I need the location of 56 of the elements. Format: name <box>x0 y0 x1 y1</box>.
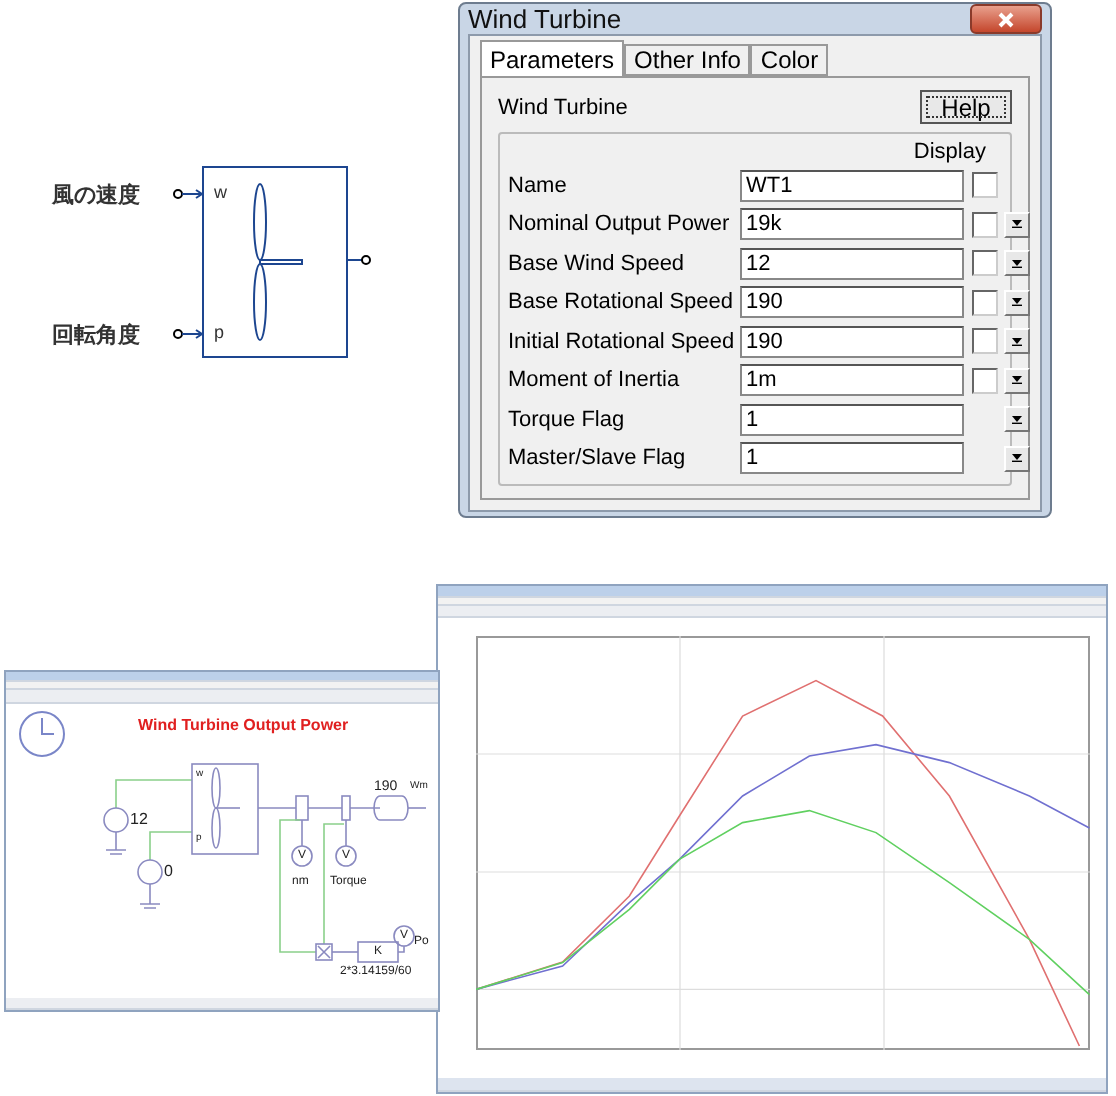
dropdown-button[interactable] <box>1004 367 1030 394</box>
tab[interactable]: Other Info <box>624 44 751 76</box>
dropdown-button[interactable] <box>1004 406 1030 433</box>
dropdown-button[interactable] <box>1004 211 1030 238</box>
pin-label: p <box>214 324 225 342</box>
dropdown-button[interactable] <box>1004 289 1030 316</box>
display-checkbox[interactable] <box>972 250 998 277</box>
input-field[interactable]: 190 <box>740 286 964 319</box>
field-label: Torque Flag <box>508 407 627 432</box>
help-button[interactable]: Help <box>920 90 1012 124</box>
close-icon <box>998 11 1014 27</box>
caret-icon <box>1012 415 1022 424</box>
input-label: 風の速度 <box>52 181 140 210</box>
input-field[interactable]: WT1 <box>740 169 964 202</box>
source-value: 12 <box>130 812 148 828</box>
caret-icon <box>1012 220 1022 229</box>
tab[interactable]: Parameters <box>480 40 625 76</box>
tab[interactable]: Color <box>750 44 829 76</box>
port-icon <box>346 254 372 266</box>
port-icon <box>172 326 204 342</box>
display-checkbox[interactable] <box>972 328 998 355</box>
source-value: 0 <box>164 864 173 880</box>
input-field[interactable]: 1 <box>740 442 964 475</box>
pin-label: w <box>214 184 227 202</box>
caret-icon <box>1012 376 1022 385</box>
input-field[interactable]: 190 <box>740 325 964 358</box>
field-label: Name <box>508 173 569 198</box>
caret-icon <box>1012 454 1022 463</box>
display-checkbox[interactable] <box>972 367 998 394</box>
display-checkbox[interactable] <box>972 172 998 199</box>
schematic-title: Wind Turbine Output Power <box>138 718 349 734</box>
field-label: Nominal Output Power <box>508 212 732 237</box>
caret-icon <box>1012 337 1022 346</box>
port-icon <box>172 186 204 202</box>
display-checkbox[interactable] <box>972 211 998 238</box>
input-label: 回転角度 <box>52 321 140 350</box>
input-field[interactable]: 19k <box>740 208 964 241</box>
column-header: Display <box>913 140 986 164</box>
dropdown-button[interactable] <box>1004 250 1030 277</box>
close-button[interactable] <box>970 4 1042 34</box>
field-label: Master/Slave Flag <box>508 446 688 471</box>
display-checkbox[interactable] <box>972 289 998 316</box>
input-field[interactable]: 1m <box>740 364 964 397</box>
clock-icon <box>18 710 66 758</box>
input-field[interactable]: 1 <box>740 403 964 436</box>
section-heading: Wind Turbine <box>498 95 628 119</box>
dropdown-button[interactable] <box>1004 445 1030 472</box>
dropdown-button[interactable] <box>1004 328 1030 355</box>
field-label: Base Wind Speed <box>508 251 687 276</box>
field-label: Base Rotational Speed <box>508 290 736 315</box>
window-title: Wind Turbine <box>468 4 622 34</box>
input-field[interactable]: 12 <box>740 247 964 280</box>
field-label: Moment of Inertia <box>508 368 682 393</box>
field-label: Initial Rotational Speed <box>508 329 737 354</box>
caret-icon <box>1012 259 1022 268</box>
caret-icon <box>1012 298 1022 307</box>
